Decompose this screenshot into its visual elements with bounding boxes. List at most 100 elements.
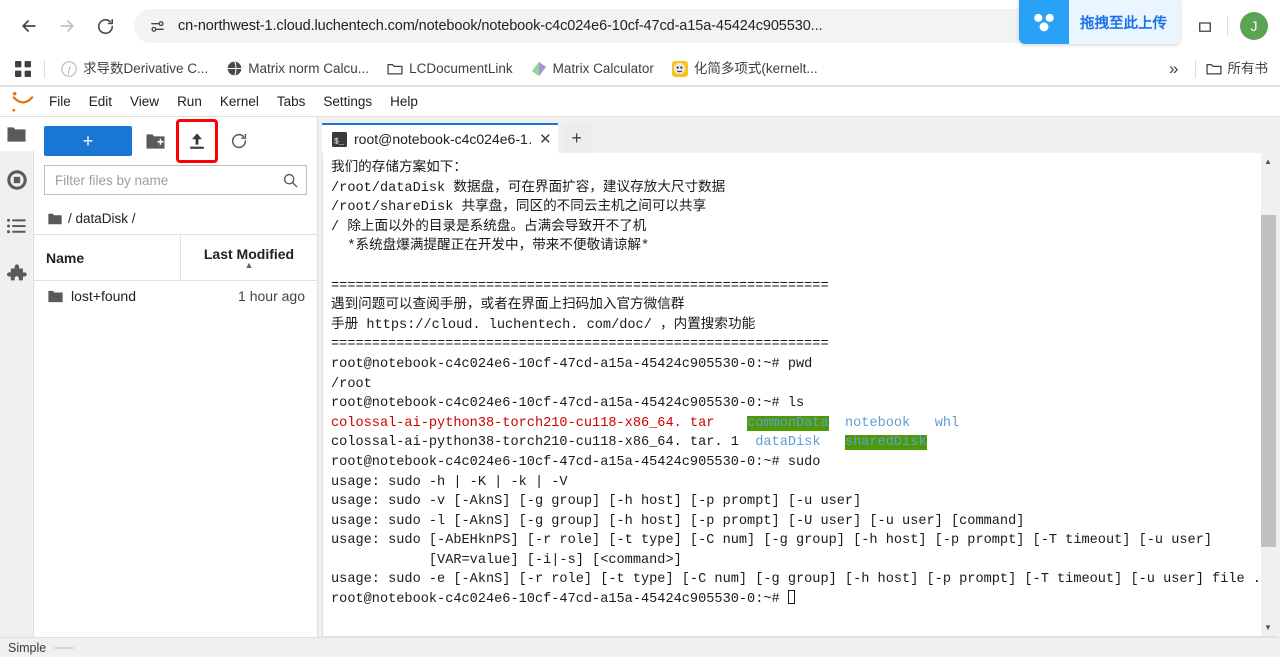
terminal-line: root@notebook-c4c024e6-10cf-47cd-a15a-45…: [331, 590, 1256, 610]
netdisk-icon[interactable]: [1019, 0, 1069, 44]
close-icon[interactable]: ✕: [539, 132, 552, 147]
upload-drop-widget[interactable]: 拖拽至此上传: [1019, 0, 1180, 44]
terminal-text: 我们的存储方案如下：: [331, 161, 467, 176]
all-bookmarks-button[interactable]: 所有书: [1205, 61, 1271, 77]
status-toggle[interactable]: [54, 646, 75, 649]
menu-edit[interactable]: Edit: [80, 90, 121, 113]
bookmark-item-matrix-calculator[interactable]: Matrix Calculator: [525, 58, 660, 80]
back-button[interactable]: [12, 9, 46, 43]
bookmark-label: 化简多项式(kernelt...: [693, 60, 818, 76]
menu-settings[interactable]: Settings: [314, 90, 381, 113]
activity-bar: [0, 117, 34, 637]
url-text[interactable]: cn-northwest-1.cloud.luchentech.com/note…: [178, 18, 1111, 34]
bookmark-label: Matrix Calculator: [552, 60, 654, 76]
file-browser-panel: + Filter files by name / dataDisk / Name…: [34, 117, 318, 637]
terminal-text: commonData: [747, 415, 829, 431]
bookmark-item-matrix-norm[interactable]: Matrix norm Calcu...: [220, 58, 375, 80]
new-launcher-button[interactable]: +: [44, 126, 132, 156]
forward-button[interactable]: [50, 9, 84, 43]
new-tab-button[interactable]: +: [561, 123, 592, 153]
upload-drop-label[interactable]: 拖拽至此上传: [1069, 0, 1180, 44]
terminal-line: root@notebook-c4c024e6-10cf-47cd-a15a-45…: [331, 394, 1256, 414]
sidebar-item-extension-manager[interactable]: [0, 257, 34, 291]
breadcrumb[interactable]: / dataDisk /: [34, 203, 317, 235]
terminal-text: ========================================…: [331, 337, 829, 353]
file-name-label: lost+found: [71, 288, 136, 304]
terminal-line: usage: sudo [-AbEHknPS] [-r role] [-t ty…: [331, 531, 1256, 551]
sidebar-item-running-terminals[interactable]: [0, 163, 34, 197]
sort-ascending-icon: ▲: [244, 260, 254, 270]
jupyterlab-app: File Edit View Run Kernel Tabs Settings …: [0, 86, 1280, 657]
bookmarks-overflow-area: » 所有书: [1163, 59, 1270, 79]
terminal-output[interactable]: 我们的存储方案如下： /root/dataDisk 数据盘，可在界面扩容，建议存放…: [323, 153, 1260, 636]
file-list-header: Name Last Modified ▲: [34, 235, 317, 281]
face-icon: [671, 60, 688, 77]
tab-terminal[interactable]: $_ root@notebook-c4c024e6-1… ✕: [322, 123, 558, 153]
terminal-line: /root: [331, 375, 1256, 395]
terminal-scrollbar[interactable]: ▲ ▼: [1260, 153, 1276, 636]
terminal-text: /root/dataDisk 数据盘，可在界面扩容，建议存放大尺寸数据: [331, 180, 726, 196]
file-filter-box[interactable]: [44, 165, 307, 195]
scroll-up-icon[interactable]: ▲: [1260, 153, 1276, 170]
terminal-text: dataDisk: [755, 435, 821, 451]
bookmark-item-lcdocumentlink[interactable]: LCDocumentLink: [381, 58, 519, 80]
scrollbar-thumb[interactable]: [1260, 214, 1276, 548]
menu-tabs[interactable]: Tabs: [268, 90, 315, 113]
menu-kernel[interactable]: Kernel: [211, 90, 268, 113]
terminal-text: *系统盘爆满提醒正在开发中，带来不便敬请谅解*: [331, 239, 650, 255]
svg-text:f: f: [68, 65, 72, 74]
menu-file[interactable]: File: [40, 90, 80, 113]
bookmark-label: 求导数Derivative C...: [83, 60, 209, 76]
sidebar-item-table-of-contents[interactable]: [0, 209, 34, 243]
terminal-line: /root/shareDisk 共享盘，同区的不同云主机之间可以共享: [331, 198, 1256, 218]
scroll-down-icon[interactable]: ▼: [1260, 619, 1276, 636]
terminal-text: sharedDisk: [844, 435, 927, 451]
terminal-text: root@notebook-c4c024e6-10cf-47cd-a15a-45…: [331, 356, 813, 372]
bookmark-label: Matrix norm Calcu...: [248, 60, 370, 76]
bookmark-item-polynomial[interactable]: 化简多项式(kernelt...: [666, 58, 824, 80]
bookmark-item-derivative[interactable]: f 求导数Derivative C...: [55, 58, 214, 80]
folder-icon: [48, 213, 62, 225]
bookmarks-overflow-button[interactable]: »: [1163, 59, 1184, 79]
folder-icon: [387, 61, 403, 77]
terminal-text: /root/shareDisk 共享盘，同区的不同云主机之间可以共享: [331, 200, 707, 216]
scrollbar-track[interactable]: [1260, 170, 1276, 619]
list-item[interactable]: lost+found 1 hour ago: [34, 281, 317, 311]
profile-avatar[interactable]: J: [1240, 12, 1268, 40]
terminal-line: ========================================…: [331, 335, 1256, 355]
terminal-line: [VAR=value] [-i|-s] [<command>]: [331, 551, 1256, 571]
jupyterlab-menubar: File Edit View Run Kernel Tabs Settings …: [0, 87, 1280, 117]
new-folder-button[interactable]: [138, 124, 172, 158]
file-filter-input[interactable]: [53, 171, 283, 189]
column-header-name[interactable]: Name: [34, 235, 181, 280]
menu-help[interactable]: Help: [381, 90, 427, 113]
refresh-file-list-button[interactable]: [222, 124, 256, 158]
terminal-line: colossal-ai-python38-torch210-cu118-x86_…: [331, 414, 1256, 434]
column-header-last-modified[interactable]: Last Modified ▲: [181, 235, 317, 280]
file-name-cell: lost+found: [34, 288, 181, 304]
status-left-label: Simple: [8, 640, 47, 655]
terminal-text: [VAR=value] [-i|-s] [<command>]: [331, 552, 682, 568]
terminal-line: 我们的存储方案如下：: [331, 159, 1256, 179]
share-icon[interactable]: [1191, 12, 1219, 40]
reload-button[interactable]: [88, 9, 122, 43]
upload-files-button[interactable]: [176, 119, 218, 163]
terminal-line: usage: sudo -h | -K | -k | -V: [331, 473, 1256, 493]
terminal-line: usage: sudo -l [-AknS] [-g group] [-h ho…: [331, 512, 1256, 532]
address-bar[interactable]: cn-northwest-1.cloud.luchentech.com/note…: [134, 9, 1145, 43]
menu-run[interactable]: Run: [168, 90, 211, 113]
terminal-line: *系统盘爆满提醒正在开发中，带来不便敬请谅解*: [331, 237, 1256, 257]
terminal-text: usage: sudo -h | -K | -k | -V: [331, 474, 568, 490]
terminal-line: usage: sudo -e [-AknS] [-r role] [-t typ…: [331, 570, 1260, 590]
bookmarks-divider-2: [1194, 59, 1196, 78]
terminal-text: root@notebook-c4c024e6-10cf-47cd-a15a-45…: [331, 454, 821, 470]
site-settings-icon[interactable]: [146, 15, 168, 37]
apps-grid-icon[interactable]: [12, 58, 34, 80]
menu-view[interactable]: View: [121, 90, 168, 113]
terminal-text: 遇到问题可以查阅手册，或者在界面上扫码加入官方微信群: [331, 298, 685, 314]
bookmarks-divider: [44, 59, 45, 78]
sidebar-item-file-browser[interactable]: [0, 117, 34, 151]
globe-icon: [226, 61, 242, 77]
